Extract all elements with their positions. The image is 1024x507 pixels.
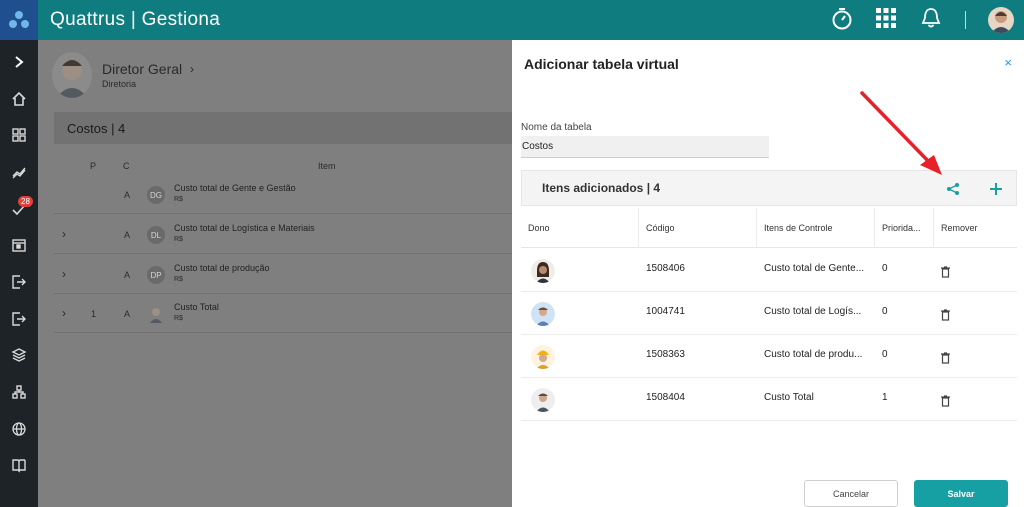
- column-header-code[interactable]: Código: [639, 208, 757, 248]
- table-row[interactable]: › 1 A Custo Total R$: [54, 294, 512, 333]
- row-unit: R$: [174, 236, 183, 243]
- apps-grid-icon[interactable]: [875, 7, 897, 34]
- owner-avatar: [531, 388, 555, 412]
- row-item: Custo total de Gente e Gestão: [174, 183, 296, 193]
- column-header-p: P: [90, 161, 97, 171]
- row-priority: 0: [882, 263, 888, 274]
- row-priority: 0: [882, 349, 888, 360]
- table-row[interactable]: A DG Custo total de Gente e Gestão R$: [54, 175, 512, 214]
- row-unit: R$: [174, 276, 183, 283]
- table-row[interactable]: 1508404 Custo Total 1: [521, 378, 1017, 421]
- table-row[interactable]: 1508363 Custo total de produ... 0: [521, 335, 1017, 378]
- bell-icon[interactable]: [919, 6, 943, 35]
- owner-avatar: [531, 259, 555, 283]
- trash-icon[interactable]: [940, 308, 951, 326]
- trash-icon[interactable]: [940, 394, 951, 412]
- row-unit: R$: [174, 196, 183, 203]
- side-rail: 28: [0, 40, 38, 507]
- user-avatar[interactable]: [988, 7, 1014, 33]
- column-header-remove: Remover: [941, 223, 978, 233]
- close-icon[interactable]: ×: [1004, 55, 1012, 70]
- row-control: Custo total de Gente...: [764, 263, 865, 274]
- exit-icon[interactable]: [0, 268, 38, 296]
- owner-initials: DP: [147, 266, 165, 284]
- org-chart-icon[interactable]: [0, 378, 38, 406]
- cancel-button[interactable]: Cancelar: [804, 480, 898, 507]
- tasks-icon[interactable]: 28: [0, 195, 38, 223]
- row-item: Custo total de produção: [174, 263, 270, 273]
- chevron-right-icon[interactable]: [0, 48, 38, 76]
- table-row[interactable]: 1004741 Custo total de Logís... 0: [521, 292, 1017, 335]
- row-control: Custo Total: [764, 392, 814, 403]
- table-name-label: Nome da tabela: [521, 122, 592, 133]
- add-icon[interactable]: [986, 179, 1006, 199]
- column-header-priority[interactable]: Priorida...: [875, 208, 934, 248]
- panel-title: Adicionar tabela virtual: [524, 56, 679, 72]
- app-title: Quattrus | Gestiona: [50, 9, 221, 30]
- row-c: A: [124, 230, 131, 240]
- row-priority: 1: [882, 392, 888, 403]
- expand-icon[interactable]: ›: [62, 306, 66, 320]
- annotation-arrow-icon: [860, 91, 942, 175]
- top-bar: Quattrus | Gestiona: [0, 0, 1024, 40]
- profile-name: Diretor Geral: [102, 61, 183, 77]
- owner-avatar: [531, 345, 555, 369]
- profile-role: Diretoria: [102, 79, 137, 89]
- background-page: Diretor Geral Diretoria › Costos | 4 P C…: [38, 40, 512, 507]
- items-table-header: Dono Código Itens de Controle Priorida..…: [521, 208, 1017, 248]
- row-p: 1: [91, 309, 97, 319]
- row-c: A: [124, 270, 131, 280]
- expand-icon[interactable]: ›: [62, 227, 66, 241]
- table-name-input[interactable]: [521, 136, 769, 158]
- row-code: 1508404: [646, 392, 685, 403]
- logout-icon[interactable]: [0, 305, 38, 333]
- layers-icon[interactable]: [0, 341, 38, 369]
- timer-icon[interactable]: [831, 6, 853, 35]
- trend-icon[interactable]: [0, 158, 38, 186]
- home-icon[interactable]: [0, 85, 38, 113]
- calendar-icon[interactable]: [0, 231, 38, 259]
- app-logo-icon[interactable]: [0, 0, 38, 40]
- row-priority: 0: [882, 306, 888, 317]
- column-header-owner[interactable]: Dono: [521, 208, 639, 248]
- items-title: Itens adicionados | 4: [542, 181, 661, 195]
- section-header: Costos | 4: [54, 112, 512, 144]
- column-header-control[interactable]: Itens de Controle: [757, 208, 875, 248]
- row-control: Custo total de Logís...: [764, 306, 862, 317]
- owner-avatar: [147, 305, 165, 323]
- chevron-right-icon: ›: [190, 62, 194, 76]
- row-code: 1508406: [646, 263, 685, 274]
- row-item: Custo total de Logística e Materiais: [174, 223, 315, 233]
- notification-badge: 28: [18, 196, 33, 207]
- book-icon[interactable]: [0, 451, 38, 479]
- table-row[interactable]: 1508406 Custo total de Gente... 0: [521, 249, 1017, 292]
- row-c: A: [124, 190, 131, 200]
- owner-initials: DL: [147, 226, 165, 244]
- profile-header: Diretor Geral Diretoria: [52, 52, 182, 98]
- table-row[interactable]: › A DP Custo total de produção R$: [54, 255, 512, 294]
- row-unit: R$: [174, 315, 183, 322]
- owner-initials: DG: [147, 186, 165, 204]
- expand-icon[interactable]: ›: [62, 267, 66, 281]
- owner-avatar: [531, 302, 555, 326]
- profile-avatar: [52, 52, 92, 98]
- section-title: Costos | 4: [67, 121, 126, 136]
- trash-icon[interactable]: [940, 265, 951, 283]
- table-row[interactable]: › A DL Custo total de Logística e Materi…: [54, 215, 512, 254]
- column-header-c: C: [123, 161, 130, 171]
- save-button[interactable]: Salvar: [914, 480, 1008, 507]
- dashboard-icon[interactable]: [0, 121, 38, 149]
- row-control: Custo total de produ...: [764, 349, 863, 360]
- row-code: 1004741: [646, 306, 685, 317]
- row-item: Custo Total: [174, 302, 219, 312]
- topbar-divider: [965, 11, 966, 29]
- row-c: A: [124, 309, 131, 319]
- trash-icon[interactable]: [940, 351, 951, 369]
- row-code: 1508363: [646, 349, 685, 360]
- column-header-item: Item: [318, 161, 336, 171]
- globe-icon[interactable]: [0, 415, 38, 443]
